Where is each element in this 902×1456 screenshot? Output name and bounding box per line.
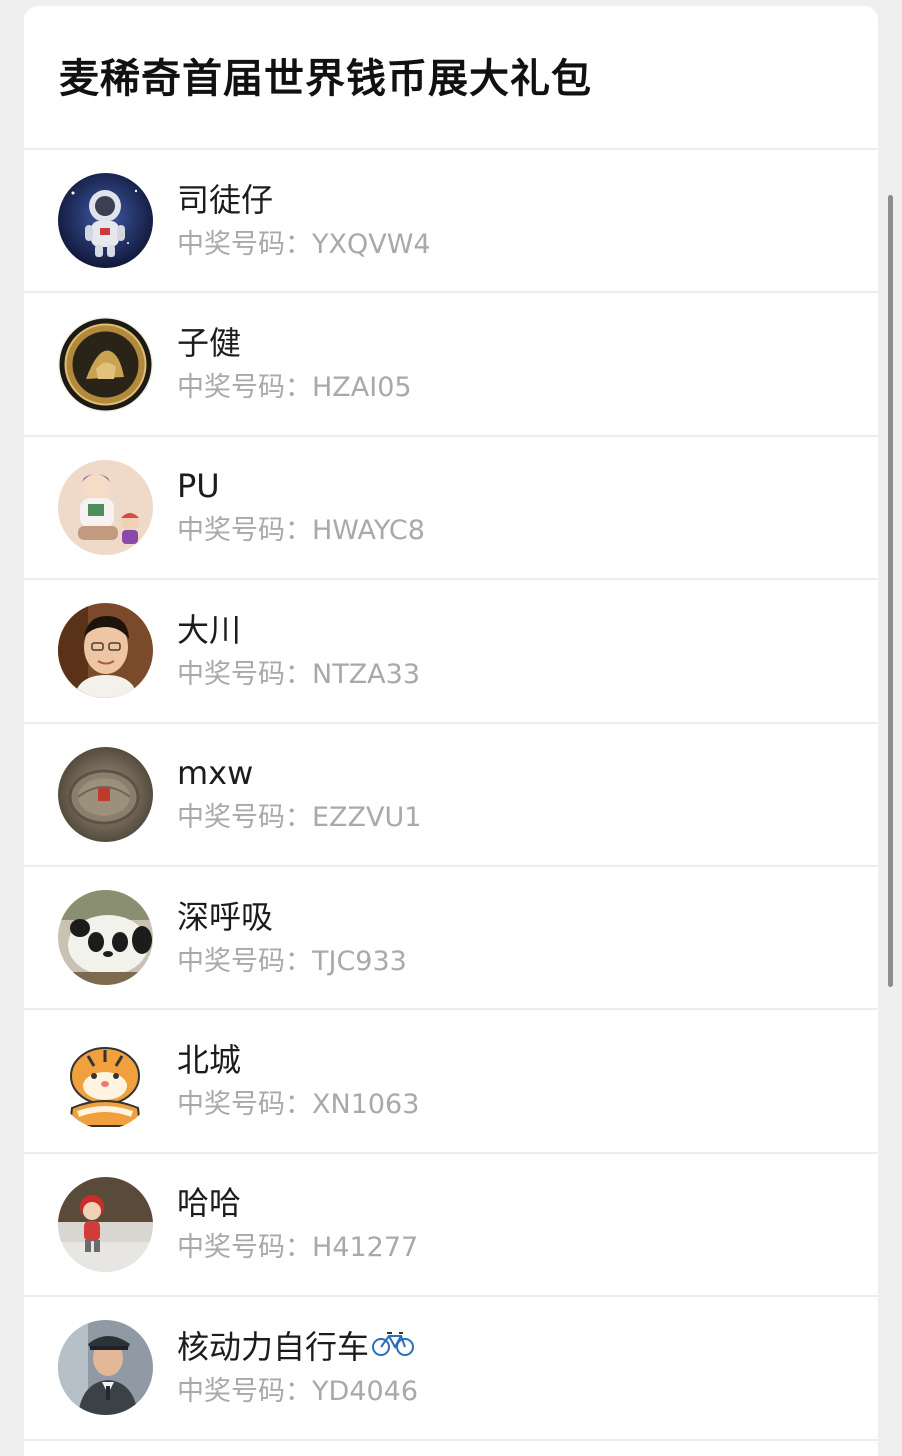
- winner-name: mxw: [177, 754, 254, 793]
- winning-code: XN1063: [312, 1089, 420, 1121]
- winner-info: 哈哈 中奖号码：H41277: [177, 1183, 418, 1265]
- code-label: 中奖号码：: [177, 372, 312, 404]
- winning-code: YXQVW4: [312, 228, 431, 260]
- winning-code: TJC933: [312, 945, 407, 977]
- winner-name: PU: [177, 467, 220, 506]
- code-label: 中奖号码：: [177, 515, 312, 547]
- winner-row[interactable]: 司徒仔 中奖号码：YXQVW4: [24, 150, 878, 294]
- winning-code: HWAYC8: [312, 515, 425, 547]
- page-title: 麦稀奇首届世界钱币展大礼包: [59, 56, 592, 102]
- winning-code-line: 中奖号码：EZZVU1: [177, 801, 421, 835]
- winners-card: 麦稀奇首届世界钱币展大礼包 司徒仔 中奖号码：YXQVW4 子健 中奖号码：HZ…: [24, 6, 878, 1456]
- code-label: 中奖号码：: [177, 228, 312, 260]
- winner-row[interactable]: 子健 中奖号码：HZAI05: [24, 293, 878, 437]
- winning-code-line: 中奖号码：NTZA33: [177, 658, 420, 692]
- person-photo-avatar-icon: [58, 603, 153, 699]
- code-label: 中奖号码：: [177, 658, 312, 690]
- winner-info: 子健 中奖号码：HZAI05: [177, 323, 412, 405]
- winner-row[interactable]: 核动力自行车 中奖号码：YD4046: [24, 1297, 878, 1441]
- winning-code-line: 中奖号码：YD4046: [177, 1375, 418, 1409]
- winner-name: 哈哈: [177, 1184, 242, 1223]
- winning-code: YD4046: [312, 1375, 418, 1407]
- code-label: 中奖号码：: [177, 1232, 312, 1264]
- winner-info: 核动力自行车 中奖号码：YD4046: [177, 1327, 418, 1409]
- code-label: 中奖号码：: [177, 1375, 312, 1407]
- coin-closeup-avatar-icon: [58, 746, 153, 842]
- scrollbar[interactable]: [888, 195, 893, 987]
- winning-code-line: 中奖号码：XN1063: [177, 1088, 419, 1122]
- winning-code: H41277: [312, 1232, 419, 1264]
- winning-code: HZAI05: [312, 372, 412, 404]
- winner-name: 深呼吸: [177, 897, 274, 936]
- winner-name: 北城: [177, 1041, 242, 1080]
- winner-name: 司徒仔: [177, 180, 274, 219]
- tiger-avatar-icon: [58, 1033, 153, 1129]
- code-label: 中奖号码：: [177, 1089, 312, 1121]
- officer-avatar-icon: [58, 1320, 153, 1416]
- winner-row[interactable]: 北城 中奖号码：XN1063: [24, 1010, 878, 1154]
- bicycle-icon: [371, 1327, 415, 1367]
- winner-row[interactable]: PU 中奖号码：HWAYC8: [24, 437, 878, 581]
- winner-name: 大川: [177, 610, 242, 649]
- winner-row[interactable]: 哈哈 中奖号码：H41277: [24, 1154, 878, 1298]
- winner-info: PU 中奖号码：HWAYC8: [177, 466, 425, 548]
- winner-name: 核动力自行车: [177, 1327, 418, 1367]
- code-label: 中奖号码：: [177, 945, 312, 977]
- winner-name-text: 核动力自行车: [177, 1327, 370, 1366]
- winning-code-line: 中奖号码：YXQVW4: [177, 228, 431, 262]
- winner-info: 北城 中奖号码：XN1063: [177, 1040, 419, 1122]
- winner-info: mxw 中奖号码：EZZVU1: [177, 753, 421, 835]
- card-header: 麦稀奇首届世界钱币展大礼包: [24, 6, 878, 150]
- winner-row[interactable]: mxw 中奖号码：EZZVU1: [24, 724, 878, 867]
- astronaut-avatar-icon: [58, 173, 153, 269]
- winner-info: 司徒仔 中奖号码：YXQVW4: [177, 180, 431, 262]
- winning-code-line: 中奖号码：H41277: [177, 1231, 418, 1265]
- panda-avatar-icon: [58, 890, 153, 986]
- code-label: 中奖号码：: [177, 802, 312, 834]
- winning-code: EZZVU1: [312, 802, 422, 834]
- winner-info: 深呼吸 中奖号码：TJC933: [177, 897, 407, 979]
- winner-name: 子健: [177, 324, 242, 363]
- winning-code: NTZA33: [312, 658, 421, 690]
- winning-code-line: 中奖号码：TJC933: [177, 945, 407, 979]
- winner-info: 大川 中奖号码：NTZA33: [177, 610, 420, 692]
- winner-row[interactable]: 深呼吸 中奖号码：TJC933: [24, 867, 878, 1011]
- winner-row[interactable]: 大川 中奖号码：NTZA33: [24, 580, 878, 724]
- winning-code-line: 中奖号码：HZAI05: [177, 371, 412, 405]
- toy-figure-avatar-icon: [58, 1176, 153, 1272]
- cartoon-family-avatar-icon: [58, 459, 153, 555]
- winning-code-line: 中奖号码：HWAYC8: [177, 514, 425, 548]
- gold-coin-avatar-icon: [58, 316, 153, 412]
